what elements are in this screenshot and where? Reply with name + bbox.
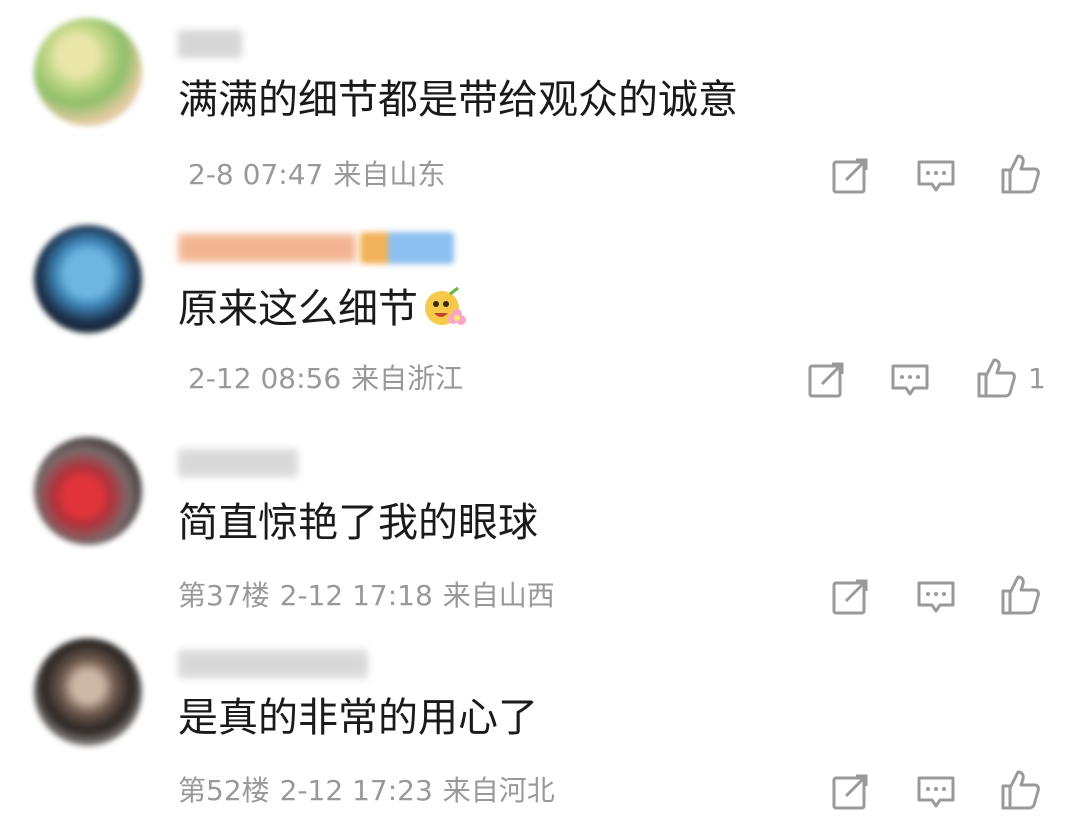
comment-meta: 第52楼 2-12 17:23 来自河北 xyxy=(178,774,565,808)
reply-button[interactable] xyxy=(914,575,958,619)
share-icon xyxy=(832,158,868,194)
comment-text-value: 原来这么细节 xyxy=(178,286,418,332)
reply-icon xyxy=(917,581,955,613)
share-icon xyxy=(832,579,868,615)
comment-time: 2-8 07:47 xyxy=(188,158,324,191)
like-icon xyxy=(977,358,1016,398)
reply-icon xyxy=(891,364,929,396)
like-button[interactable] xyxy=(998,573,1042,617)
like-button[interactable] xyxy=(974,356,1018,400)
like-button[interactable] xyxy=(998,768,1042,812)
avatar[interactable] xyxy=(34,225,142,333)
reply-button[interactable] xyxy=(914,154,958,198)
like-button[interactable] xyxy=(998,152,1042,196)
like-icon xyxy=(1001,154,1040,194)
comment-meta: 第37楼 2-12 17:18 来自山西 xyxy=(178,579,565,613)
share-icon xyxy=(832,774,868,810)
share-button[interactable] xyxy=(828,770,872,814)
comment-time: 2-12 08:56 xyxy=(188,362,342,395)
avatar[interactable] xyxy=(34,638,142,746)
comment-time: 2-12 17:23 xyxy=(279,774,433,807)
share-icon xyxy=(808,362,844,398)
username[interactable] xyxy=(178,449,298,477)
comment-text: 原来这么细节 xyxy=(178,284,468,333)
reply-button[interactable] xyxy=(888,358,932,402)
flower-face-emoji xyxy=(425,286,466,325)
share-button[interactable] xyxy=(828,575,872,619)
comment-floor: 第52楼 xyxy=(178,774,270,807)
username[interactable] xyxy=(178,30,242,58)
comment-item: 原来这么细节 2-12 08:56 来自浙江 1 xyxy=(0,210,1080,425)
share-button[interactable] xyxy=(804,358,848,402)
comment-text: 满满的细节都是带给观众的诚意 xyxy=(178,77,738,123)
reply-button[interactable] xyxy=(914,770,958,814)
comment-text: 简直惊艳了我的眼球 xyxy=(178,500,538,546)
user-badge xyxy=(360,232,454,264)
comment-item: 简直惊艳了我的眼球 第37楼 2-12 17:18 来自山西 xyxy=(0,425,1080,630)
username[interactable] xyxy=(178,650,368,678)
comment-location: 来自山东 xyxy=(333,158,446,191)
comment-location: 来自浙江 xyxy=(351,362,464,395)
comment-text: 是真的非常的用心了 xyxy=(178,695,538,741)
comment-time: 2-12 17:18 xyxy=(279,579,433,612)
share-button[interactable] xyxy=(828,154,872,198)
reply-icon xyxy=(917,160,955,192)
like-icon xyxy=(1001,770,1040,810)
like-icon xyxy=(1001,575,1040,615)
comment-item: 是真的非常的用心了 第52楼 2-12 17:23 来自河北 xyxy=(0,630,1080,824)
like-count: 1 xyxy=(1028,362,1046,395)
comment-meta: 2-8 07:47 来自山东 xyxy=(178,158,455,192)
comment-location: 来自河北 xyxy=(442,774,555,807)
comment-floor: 第37楼 xyxy=(178,579,270,612)
avatar[interactable] xyxy=(34,18,142,126)
comment-location: 来自山西 xyxy=(442,579,555,612)
username[interactable] xyxy=(178,234,356,262)
avatar[interactable] xyxy=(34,437,142,545)
comment-meta: 2-12 08:56 来自浙江 xyxy=(178,362,473,396)
reply-icon xyxy=(917,776,955,808)
comment-item: 满满的细节都是带给观众的诚意 2-8 07:47 来自山东 xyxy=(0,0,1080,210)
